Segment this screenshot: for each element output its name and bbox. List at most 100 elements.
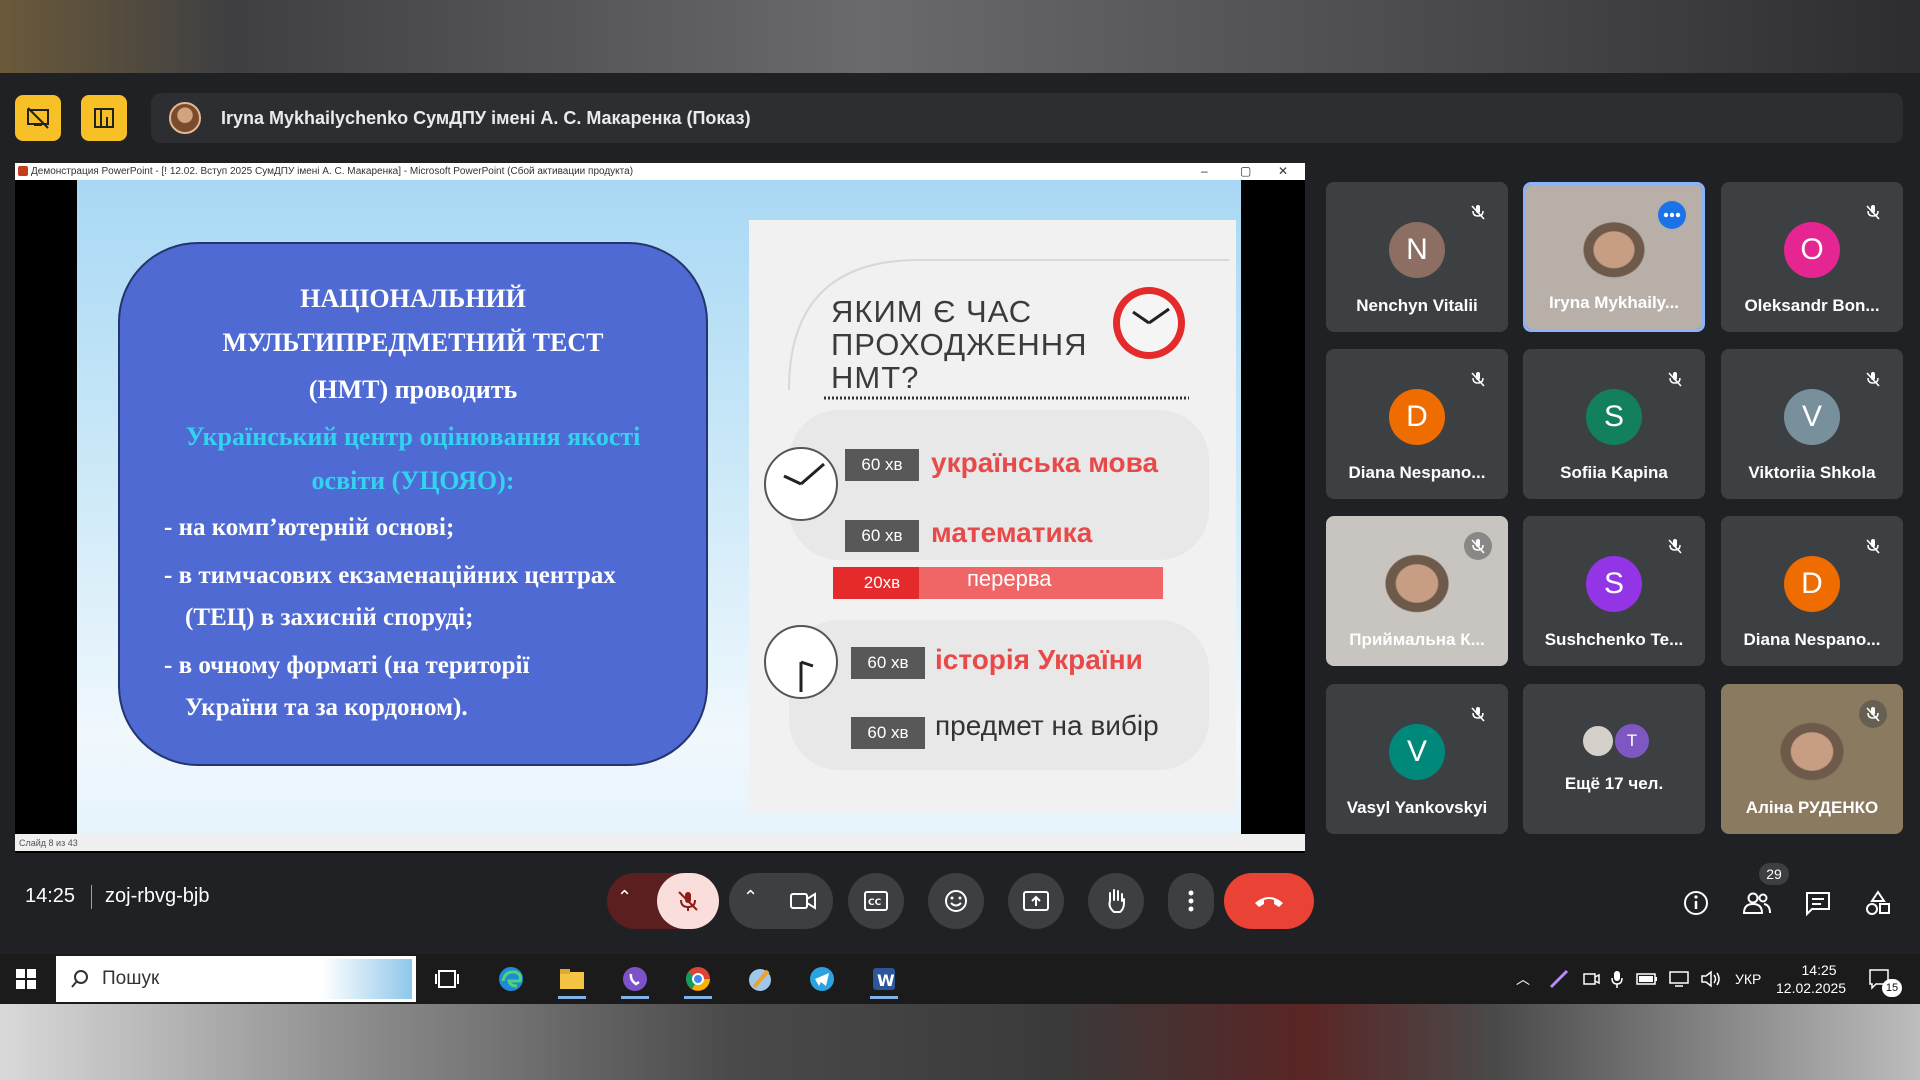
- slide-bullet: - в тимчасових екзаменаційних центрах: [164, 562, 616, 589]
- notification-count: 15: [1882, 979, 1902, 997]
- avatar: D: [1784, 556, 1840, 612]
- present-screen-icon: [1023, 891, 1049, 911]
- language-label: УКР: [1735, 971, 1762, 987]
- mic-off-icon: [1859, 700, 1887, 728]
- notifications-button[interactable]: 15: [1868, 954, 1902, 1004]
- presenter-bar: Iryna Mykhailychenko СумДПУ імені А. С. …: [151, 93, 1903, 143]
- avatar: V: [1389, 724, 1445, 780]
- mic-off-icon: [1661, 532, 1689, 560]
- participant-tile[interactable]: D Diana Nespano...: [1326, 349, 1508, 499]
- participant-tile[interactable]: N Nenchyn Vitalii: [1326, 182, 1508, 332]
- participant-tile[interactable]: D Diana Nespano...: [1721, 516, 1903, 666]
- participant-tile[interactable]: V Viktoriia Shkola: [1721, 349, 1903, 499]
- meeting-info-button[interactable]: [1676, 883, 1716, 923]
- task-view-button[interactable]: [425, 959, 469, 999]
- chrome-app[interactable]: [676, 959, 720, 999]
- participant-name: Viktoriia Shkola: [1748, 463, 1876, 482]
- tray-network-icon[interactable]: [1668, 954, 1690, 1004]
- raise-hand-button[interactable]: [1088, 873, 1144, 929]
- leave-call-button[interactable]: [1224, 873, 1314, 929]
- active-indicator: [870, 996, 898, 999]
- chat-button[interactable]: [1798, 883, 1838, 923]
- participant-name: Sofiia Kapina: [1560, 463, 1668, 482]
- top-letterbox: [0, 0, 1920, 73]
- clock[interactable]: 14:25 12.02.2025: [1776, 954, 1846, 1004]
- participant-name: Vasyl Yankovskyi: [1346, 798, 1488, 817]
- meeting-time: 14:25: [25, 885, 76, 907]
- mic-options-icon[interactable]: ⌃: [617, 887, 632, 908]
- mic-off-icon: [1859, 532, 1887, 560]
- camera-toggle-button[interactable]: [789, 889, 817, 918]
- captions-button[interactable]: CC: [848, 873, 904, 929]
- avatar: [1581, 724, 1615, 758]
- participant-tile[interactable]: V Vasyl Yankovskyi: [1326, 684, 1508, 834]
- participant-tile[interactable]: Приймальна К...: [1326, 516, 1508, 666]
- tray-battery-icon[interactable]: [1636, 954, 1658, 1004]
- telegram-app[interactable]: [800, 959, 844, 999]
- participant-tile[interactable]: Аліна РУДЕНКО: [1721, 684, 1903, 834]
- word-app[interactable]: W: [862, 959, 906, 999]
- tray-expand[interactable]: ︿: [1516, 954, 1530, 1004]
- minimize-icon[interactable]: ‒: [1201, 163, 1208, 180]
- language-indicator[interactable]: УКР: [1735, 954, 1761, 1004]
- file-explorer-app[interactable]: [550, 959, 594, 999]
- slide-question-line: ПРОХОДЖЕННЯ: [831, 327, 1088, 362]
- search-box[interactable]: Пошук: [56, 956, 416, 1002]
- active-indicator: [684, 996, 712, 999]
- viber-app[interactable]: [613, 959, 657, 999]
- close-icon[interactable]: ✕: [1278, 163, 1288, 180]
- activities-button[interactable]: [1858, 883, 1898, 923]
- time-tag: 60 хв: [851, 717, 925, 749]
- windows-icon: [16, 969, 36, 989]
- clock-date: 12.02.2025: [1776, 980, 1847, 996]
- slide-info-card: ЯКИМ Є ЧАС ПРОХОДЖЕННЯ НМТ? 60 хв україн…: [749, 220, 1236, 814]
- more-options-button[interactable]: [1168, 873, 1214, 929]
- clock-icon: [764, 447, 838, 521]
- subject-label: українська мова: [931, 447, 1159, 478]
- edge-app[interactable]: [489, 959, 533, 999]
- participant-tile[interactable]: S Sushchenko Te...: [1523, 516, 1705, 666]
- paint-app[interactable]: [738, 959, 782, 999]
- time-tag: 60 хв: [845, 520, 919, 552]
- chrome-icon: [686, 967, 710, 991]
- slide-question-line: НМТ?: [831, 360, 920, 395]
- start-button[interactable]: [4, 959, 48, 999]
- mic-off-icon: [1464, 700, 1492, 728]
- camera-icon: [790, 892, 816, 910]
- participant-tile[interactable]: O Oleksandr Bon...: [1721, 182, 1903, 332]
- participant-tile[interactable]: T Ещё 17 чел.: [1523, 684, 1705, 834]
- present-button[interactable]: [1008, 873, 1064, 929]
- tray-meet-icon[interactable]: [1582, 954, 1600, 1004]
- participant-tile[interactable]: S Sofiia Kapina: [1523, 349, 1705, 499]
- layout-icon: [94, 108, 114, 128]
- maximize-icon[interactable]: ▢: [1240, 163, 1251, 180]
- tray-volume-icon[interactable]: [1700, 954, 1722, 1004]
- search-highlight-image: [322, 959, 412, 999]
- hand-icon: [1108, 889, 1125, 913]
- mic-off-icon: [1464, 198, 1492, 226]
- captions-icon: CC: [864, 891, 888, 911]
- people-button[interactable]: [1737, 883, 1777, 923]
- participant-tile[interactable]: Iryna Mykhaily...: [1523, 182, 1705, 332]
- volume-icon: [1701, 970, 1720, 988]
- meeting-code: zoj-rbvg-bjb: [105, 885, 210, 907]
- tray-pen-icon[interactable]: [1548, 954, 1570, 1004]
- layout-button[interactable]: [81, 95, 127, 141]
- avatar: O: [1784, 222, 1840, 278]
- svg-text:W: W: [877, 971, 895, 990]
- participant-name: Ещё 17 чел.: [1564, 774, 1664, 793]
- divider: [91, 885, 92, 909]
- powerpoint-title: Демонстрация PowerPoint - [! 12.02. Всту…: [31, 166, 634, 177]
- info-icon: [1684, 891, 1708, 915]
- reactions-button[interactable]: [928, 873, 984, 929]
- mic-toggle-button[interactable]: [657, 873, 719, 929]
- mic-controls: ⌃: [607, 873, 719, 929]
- active-indicator: [621, 996, 649, 999]
- camera-options-icon[interactable]: ⌃: [743, 887, 758, 908]
- more-options-icon[interactable]: [1658, 201, 1686, 229]
- taskbar: Пошук W ︿ УКР 14:25 12.02.2025 15: [0, 954, 1920, 1004]
- clock-icon: [764, 625, 838, 699]
- hide-presentation-button[interactable]: [15, 95, 61, 141]
- screen: Iryna Mykhailychenko СумДПУ імені А. С. …: [0, 0, 1920, 1080]
- tray-mic-icon[interactable]: [1610, 954, 1624, 1004]
